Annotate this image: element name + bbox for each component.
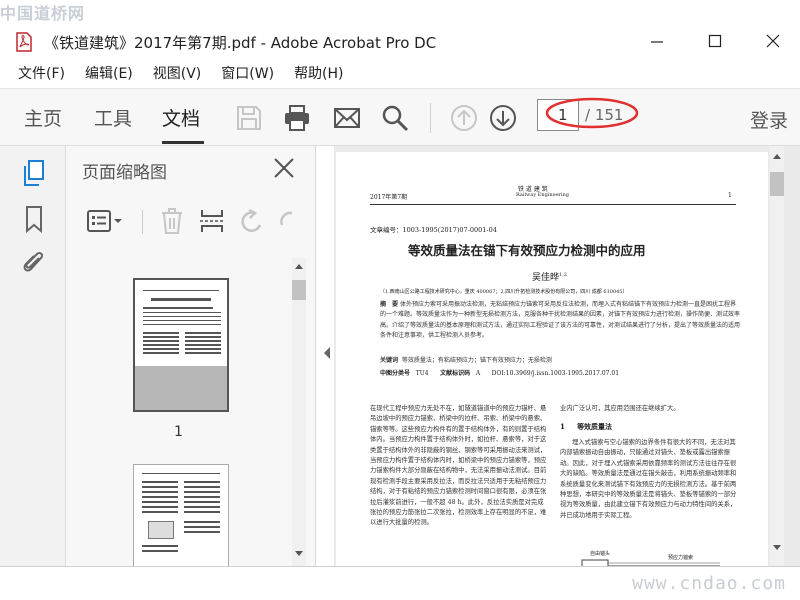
menu-help[interactable]: 帮助(H) (294, 62, 343, 88)
panel-tool-separator (142, 210, 143, 234)
keywords-label: 关键词 (380, 357, 399, 364)
acrobat-window: 中国道桥网 《铁道建筑》2017年第7期.pdf - Adobe Acrobat… (0, 0, 800, 600)
section-title: 等效质量法 (577, 422, 613, 431)
close-icon[interactable] (272, 156, 296, 180)
author-affiliation: （1.西南山区公路工程技术研究中心，重庆 400067；2.四川升拓检测技术股份… (380, 289, 628, 295)
body-column-left: 在现代工程中预应力无处不在，如隧道锚道中的预应力锚杆、悬吊边坡中的预应力锚索、桥… (370, 405, 547, 527)
watermark-bottom: www.cndao.com (632, 573, 786, 594)
pdf-page: 2017年第7期 铁 道 建 筑 Railway Engineering 1 文… (336, 152, 768, 572)
author-affiliation-marks: 1,2 (559, 272, 567, 278)
options-menu-icon[interactable] (86, 208, 126, 234)
doc-scroll-down-arrow-icon[interactable] (772, 544, 782, 552)
abstract-text: 体外预应力索可采用振动法检测，无粘结预应力锚索可采用反拉法检测，而埋入式有粘结锚… (380, 301, 740, 340)
journal-name-en: Railway Engineering (516, 192, 569, 198)
doi: DOI:10.3969/j.issn.1003-1995.2017.07.01 (491, 370, 620, 377)
red-annotation-ellipse (545, 97, 639, 129)
scroll-down-arrow-icon[interactable] (294, 550, 304, 558)
minimize-icon[interactable] (642, 28, 672, 54)
document-scrollbar[interactable] (770, 146, 784, 566)
thumbnail-scrollbar[interactable] (292, 258, 306, 566)
keywords-text: 等效质量法；有粘结预应力；锚下有效预应力；无损检测 (401, 357, 552, 364)
title-bar: 《铁道建筑》2017年第7期.pdf - Adobe Acrobat Pro D… (0, 0, 800, 60)
header-rule (370, 204, 736, 205)
clc-label: 中图分类号 (380, 370, 411, 377)
abstract-label: 摘 要 (380, 301, 399, 308)
article-author: 吴佳晔1,2 (532, 270, 567, 283)
login-link[interactable]: 登录 (750, 106, 788, 133)
toolbar-separator (430, 103, 431, 133)
print-icon[interactable] (282, 103, 312, 133)
attachment-icon[interactable] (20, 248, 48, 278)
menu-file[interactable]: 文件(F) (18, 62, 65, 88)
save-icon[interactable] (234, 103, 264, 133)
rotate-left-icon[interactable] (238, 208, 266, 234)
author-name: 吴佳晔 (532, 273, 560, 283)
thumbnail-scroll-thumb[interactable] (292, 280, 306, 300)
article-number: 文章编号：1003-1995(2017)07-0001-04 (370, 226, 497, 234)
watermark-top: 中国道桥网 (0, 4, 86, 23)
thumbnail-label-1: 1 (174, 424, 183, 440)
toolbar: 主页 工具 文档 (0, 88, 800, 146)
body-column-right: 埋入式锚索与空心锚索的边界条件有很大的不同，无法对其内部锚索振动自由振动，只能通… (560, 439, 737, 519)
active-tab-indicator (162, 141, 204, 144)
close-window-icon[interactable] (758, 28, 788, 54)
next-page-icon[interactable] (488, 103, 518, 133)
doc-code: A (475, 370, 481, 377)
search-icon[interactable] (380, 103, 410, 133)
maximize-icon[interactable] (700, 28, 730, 54)
classification-line: 中图分类号 TU4 文献标识码 A DOI:10.3969/j.issn.100… (380, 368, 619, 377)
tab-document[interactable]: 文档 (162, 104, 200, 131)
journal-issue: 2017年第7期 (370, 194, 408, 201)
menu-window[interactable]: 窗口(W) (221, 62, 274, 88)
abstract: 摘 要 体外预应力索可采用振动法检测，无粘结预应力锚索可采用反拉法检测，而埋入式… (380, 300, 740, 354)
scroll-up-arrow-icon[interactable] (294, 262, 304, 270)
pdf-file-icon (16, 32, 32, 52)
previous-page-icon[interactable] (449, 103, 479, 133)
thumbnail-viewport-shade (135, 366, 227, 410)
figure-label-anchor-head: 自由锚头 (590, 551, 611, 557)
panel-title: 页面缩略图 (82, 163, 167, 183)
panel-toolbar (66, 198, 316, 242)
section-heading: 1 等效质量法 (560, 422, 612, 432)
rotate-right-icon[interactable] (278, 208, 296, 234)
collapse-left-pane-icon[interactable] (322, 346, 332, 360)
page-thumbnail-1[interactable] (133, 278, 229, 412)
doc-code-label: 文献标识码 (440, 370, 471, 377)
window-title: 《铁道建筑》2017年第7期.pdf - Adobe Acrobat Pro D… (44, 34, 437, 52)
page-thumbnail-2[interactable] (133, 464, 229, 574)
page-thumbnails-panel: 页面缩略图 1 (66, 146, 316, 574)
tab-home[interactable]: 主页 (24, 104, 62, 131)
email-icon[interactable] (332, 103, 362, 133)
document-scroll-thumb[interactable] (770, 172, 784, 196)
body-right-first-line: 业内广泛认可，其应用范围还在继续扩大。 (560, 405, 680, 412)
page-thumbnails-icon[interactable] (20, 158, 48, 188)
article-title: 等效质量法在锚下有效预应力检测中的应用 (408, 243, 646, 258)
menu-bar: 文件(F) 编辑(E) 视图(V) 窗口(W) 帮助(H) (0, 62, 800, 88)
navigation-pane-strip (0, 146, 66, 566)
menu-edit[interactable]: 编辑(E) (85, 62, 133, 88)
bookmark-icon[interactable] (20, 204, 48, 234)
delete-page-icon[interactable] (158, 208, 186, 234)
keywords: 关键词 等效质量法；有粘结预应力；锚下有效预应力；无损检测 (380, 356, 740, 367)
section-number: 1 (560, 422, 565, 431)
page-number: 1 (728, 192, 732, 199)
clc-code: TU4 (415, 370, 429, 377)
extract-page-icon[interactable] (198, 208, 226, 234)
menu-view[interactable]: 视图(V) (153, 62, 202, 88)
doc-scroll-up-arrow-icon[interactable] (772, 152, 782, 160)
tab-tools[interactable]: 工具 (94, 104, 132, 131)
document-view: 2017年第7期 铁 道 建 筑 Railway Engineering 1 文… (334, 146, 800, 572)
